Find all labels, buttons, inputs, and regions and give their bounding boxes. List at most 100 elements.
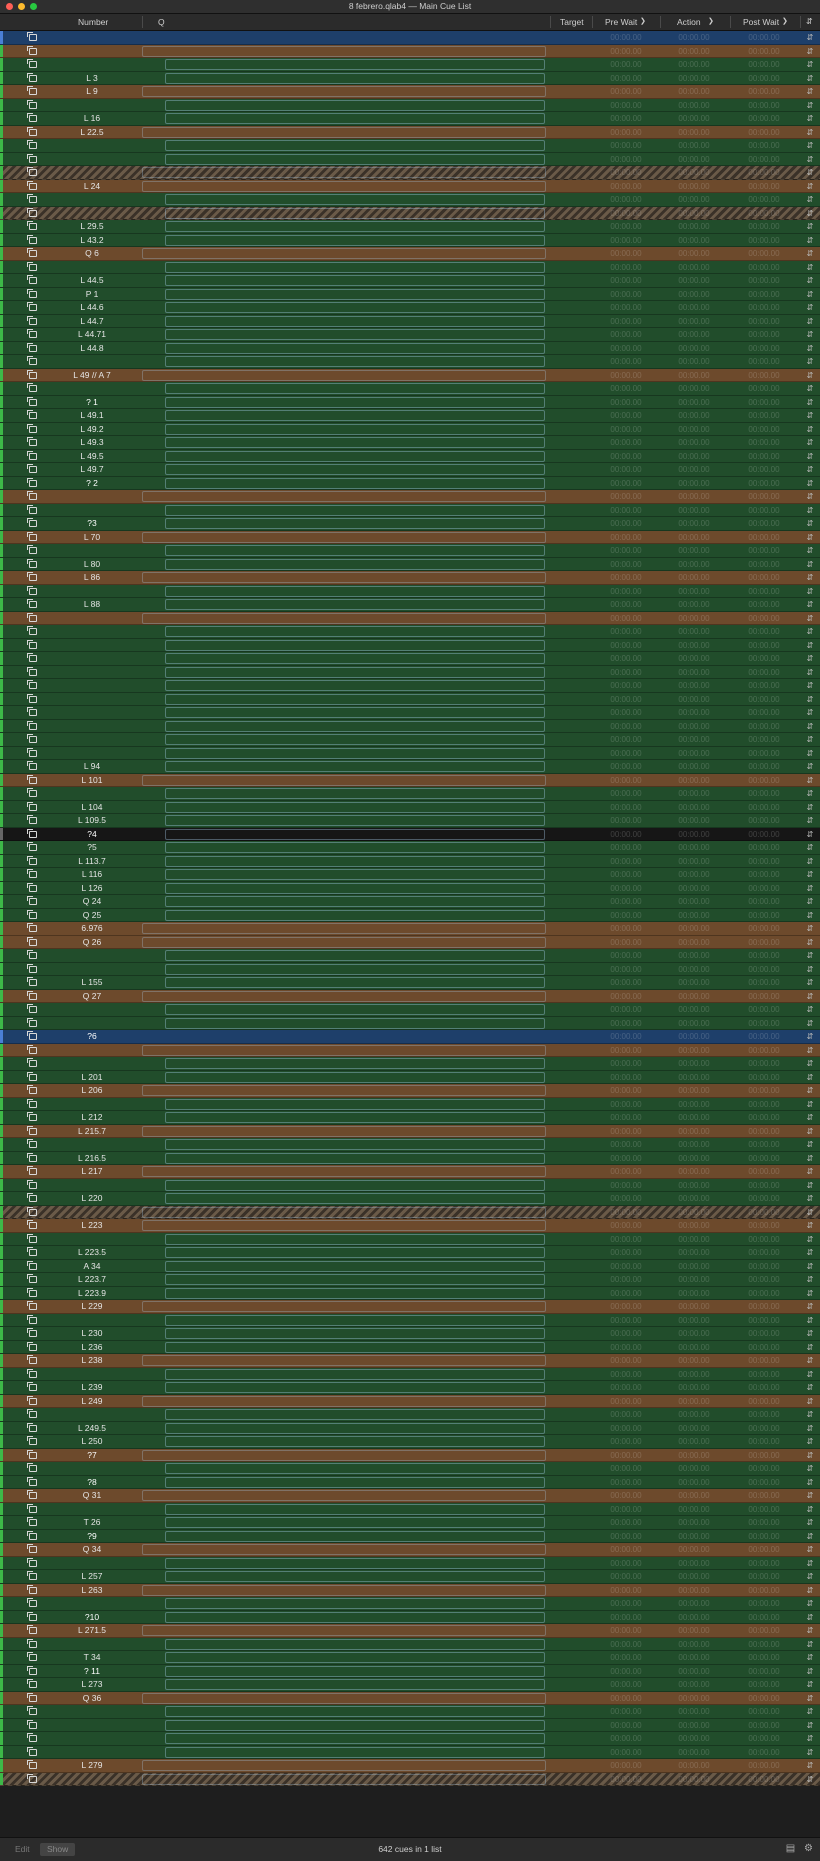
pre-wait-time[interactable]: 00:00.00 xyxy=(596,1368,656,1382)
post-wait-time[interactable]: 00:00.00 xyxy=(734,220,794,234)
post-wait-time[interactable]: 00:00.00 xyxy=(734,1179,794,1193)
post-wait-time[interactable]: 00:00.00 xyxy=(734,922,794,936)
column-action[interactable]: Action xyxy=(677,14,701,30)
post-wait-time[interactable]: 00:00.00 xyxy=(734,504,794,518)
action-time[interactable]: 00:00.00 xyxy=(664,774,724,788)
continue-mode-icon[interactable]: ⇵ xyxy=(806,693,814,707)
cue-row[interactable]: L 249.5▶Sale don de avisena - Entra Capr… xyxy=(0,1421,820,1436)
action-time[interactable]: 00:00.00 xyxy=(664,1422,724,1436)
action-time[interactable]: 00:00.00 xyxy=(664,1678,724,1692)
cue-row[interactable]: ▶Entra Hamman de día00:00.0000:00.0000:0… xyxy=(0,1178,820,1193)
post-wait-time[interactable]: 00:00.00 xyxy=(734,1624,794,1638)
cue-number[interactable]: L 29.5 xyxy=(44,220,140,234)
pre-wait-time[interactable]: 00:00.00 xyxy=(596,693,656,707)
pre-wait-time[interactable]: 00:00.00 xyxy=(596,1300,656,1314)
post-wait-time[interactable]: 00:00.00 xyxy=(734,1638,794,1652)
action-time[interactable]: 00:00.00 xyxy=(664,990,724,1004)
action-time[interactable]: 00:00.00 xyxy=(664,1341,724,1355)
action-time[interactable]: 00:00.00 xyxy=(664,166,724,180)
group-cue-row[interactable]: Q 34▼HIJO DE MIRDIM00:00.0000:00.0000:00… xyxy=(0,1543,820,1557)
pre-wait-time[interactable]: 00:00.00 xyxy=(596,1408,656,1422)
action-time[interactable]: 00:00.00 xyxy=(664,261,724,275)
continue-mode-icon[interactable]: ⇵ xyxy=(806,1246,814,1260)
continue-mode-icon[interactable]: ⇵ xyxy=(806,639,814,653)
action-time[interactable]: 00:00.00 xyxy=(664,369,724,383)
cue-row[interactable]: ▶Se intensifica el fondo00:00.0000:00.00… xyxy=(0,746,820,761)
pre-wait-time[interactable]: 00:00.00 xyxy=(596,1341,656,1355)
post-wait-time[interactable]: 00:00.00 xyxy=(734,1057,794,1071)
cue-number[interactable]: L 9 xyxy=(44,85,140,99)
continue-mode-icon[interactable]: ⇵ xyxy=(806,868,814,882)
cue-number[interactable]: L 249 xyxy=(44,1395,140,1409)
post-wait-time[interactable]: 00:00.00 xyxy=(734,139,794,153)
cue-row[interactable]: ▶Entra Logo00:00.0000:00.0000:00.00⇵ xyxy=(0,1705,820,1719)
cue-number[interactable]: ? 11 xyxy=(44,1659,140,1681)
post-wait-time[interactable]: 00:00.00 xyxy=(734,963,794,977)
cue-number[interactable]: ?9 xyxy=(44,1524,140,1546)
pre-wait-time[interactable]: 00:00.00 xyxy=(596,949,656,963)
post-wait-time[interactable]: 00:00.00 xyxy=(734,112,794,126)
pre-wait-time[interactable]: 00:00.00 xyxy=(596,153,656,167)
cue-row[interactable]: L 49.3▶Entra primavera 200:00.0000:00.00… xyxy=(0,436,820,450)
group-cue-row[interactable]: L 70▼TETTENHALL00:00.0000:00.0000:00.00⇵ xyxy=(0,530,820,544)
pre-wait-time[interactable]: 00:00.00 xyxy=(596,85,656,99)
group-cue-row[interactable]: L 223▼SHIRAZ00:00.0000:00.0000:00.00⇵ xyxy=(0,1219,820,1233)
post-wait-time[interactable]: 00:00.00 xyxy=(734,436,794,450)
pre-wait-time[interactable]: 00:00.00 xyxy=(596,369,656,383)
continue-mode-icon[interactable]: ⇵ xyxy=(806,58,814,72)
pre-wait-time[interactable]: 00:00.00 xyxy=(596,841,656,855)
post-wait-time[interactable]: 00:00.00 xyxy=(734,747,794,761)
post-wait-time[interactable]: 00:00.00 xyxy=(734,1138,794,1152)
continue-mode-icon[interactable]: ⇵ xyxy=(806,1165,814,1179)
action-time[interactable]: 00:00.00 xyxy=(664,936,724,950)
cue-number[interactable]: L 44.5 xyxy=(44,274,140,288)
action-time[interactable]: 00:00.00 xyxy=(664,58,724,72)
group-cue-row[interactable]: L 238▼BATALLA CUATRO AMIGOS00:00.0000:00… xyxy=(0,1354,820,1368)
cue-row[interactable]: ▶Entra Soñaba00:00.0000:00.0000:00.00⇵ xyxy=(0,1597,820,1611)
cue-row[interactable]: L 29.5▶Sólo banderolas00:00.0000:00.0000… xyxy=(0,220,820,234)
pre-wait-time[interactable]: 00:00.00 xyxy=(596,207,656,221)
action-time[interactable]: 00:00.00 xyxy=(664,1233,724,1247)
action-time[interactable]: 00:00.00 xyxy=(664,288,724,302)
continue-mode-icon[interactable]: ⇵ xyxy=(806,1773,814,1787)
continue-mode-icon[interactable]: ⇵ xyxy=(806,1300,814,1314)
action-time[interactable]: 00:00.00 xyxy=(664,1138,724,1152)
post-wait-time[interactable]: 00:00.00 xyxy=(734,1759,794,1773)
post-wait-chevron-icon[interactable]: ❯ xyxy=(782,14,788,30)
continue-mode-icon[interactable]: ⇵ xyxy=(806,72,814,86)
pre-wait-time[interactable]: 00:00.00 xyxy=(596,1705,656,1719)
cue-number[interactable]: Q 25 xyxy=(44,909,140,923)
continue-mode-icon[interactable]: ⇵ xyxy=(806,706,814,720)
post-wait-time[interactable]: 00:00.00 xyxy=(734,1111,794,1125)
pre-wait-time[interactable]: 00:00.00 xyxy=(596,1611,656,1625)
post-wait-time[interactable]: 00:00.00 xyxy=(734,450,794,464)
continue-mode-icon[interactable]: ⇵ xyxy=(806,612,814,626)
cue-row[interactable]: ▶Entra posada adiós barber00:00.0000:00.… xyxy=(0,584,820,598)
pre-wait-time[interactable]: 00:00.00 xyxy=(596,1287,656,1301)
cue-number[interactable]: L 101 xyxy=(44,774,140,788)
cue-row[interactable]: ▶Entra Maristan - hijo de Mirdim00:00.00… xyxy=(0,1556,820,1570)
cue-row[interactable]: ▶Entra barco00:00.0000:00.0000:00.00⇵ xyxy=(0,652,820,666)
post-wait-time[interactable]: 00:00.00 xyxy=(734,234,794,248)
post-wait-time[interactable]: 00:00.00 xyxy=(734,1003,794,1017)
cue-number[interactable]: L 217 xyxy=(44,1165,140,1179)
pre-wait-time[interactable]: 00:00.00 xyxy=(596,261,656,275)
cue-row[interactable]: ?10▶Sale Soñaba00:00.0000:00.0000:00.00⇵ xyxy=(0,1605,820,1627)
continue-mode-icon[interactable]: ⇵ xyxy=(806,1381,814,1395)
pre-wait-time[interactable]: 00:00.00 xyxy=(596,868,656,882)
continue-mode-icon[interactable]: ⇵ xyxy=(806,436,814,450)
cue-row[interactable]: ?9▶Sale Hamman de noche00:00.0000:00.000… xyxy=(0,1524,820,1546)
action-time[interactable]: 00:00.00 xyxy=(664,1017,724,1031)
post-wait-time[interactable]: 00:00.00 xyxy=(734,247,794,261)
cue-row[interactable]: ▶Sale bosque00:00.0000:00.0000:00.00⇵ xyxy=(0,355,820,369)
continue-mode-icon[interactable]: ⇵ xyxy=(806,180,814,194)
post-wait-time[interactable]: 00:00.00 xyxy=(734,1476,794,1490)
cue-row[interactable]: T 26▶Entra arcos hamman noche00:00.0000:… xyxy=(0,1516,820,1530)
cue-row[interactable]: ▶Entra Logo00:00.0000:00.0000:00.00⇵ xyxy=(0,1003,820,1017)
pre-wait-time[interactable]: 00:00.00 xyxy=(596,1327,656,1341)
continue-mode-icon[interactable]: ⇵ xyxy=(806,720,814,734)
continue-mode-icon[interactable]: ⇵ xyxy=(806,1138,814,1152)
cue-row[interactable]: L 201▶Sale Telón 200:00.0000:00.0000:00.… xyxy=(0,1070,820,1084)
pre-wait-time[interactable]: 00:00.00 xyxy=(596,490,656,504)
continue-mode-icon[interactable]: ⇵ xyxy=(806,1746,814,1760)
